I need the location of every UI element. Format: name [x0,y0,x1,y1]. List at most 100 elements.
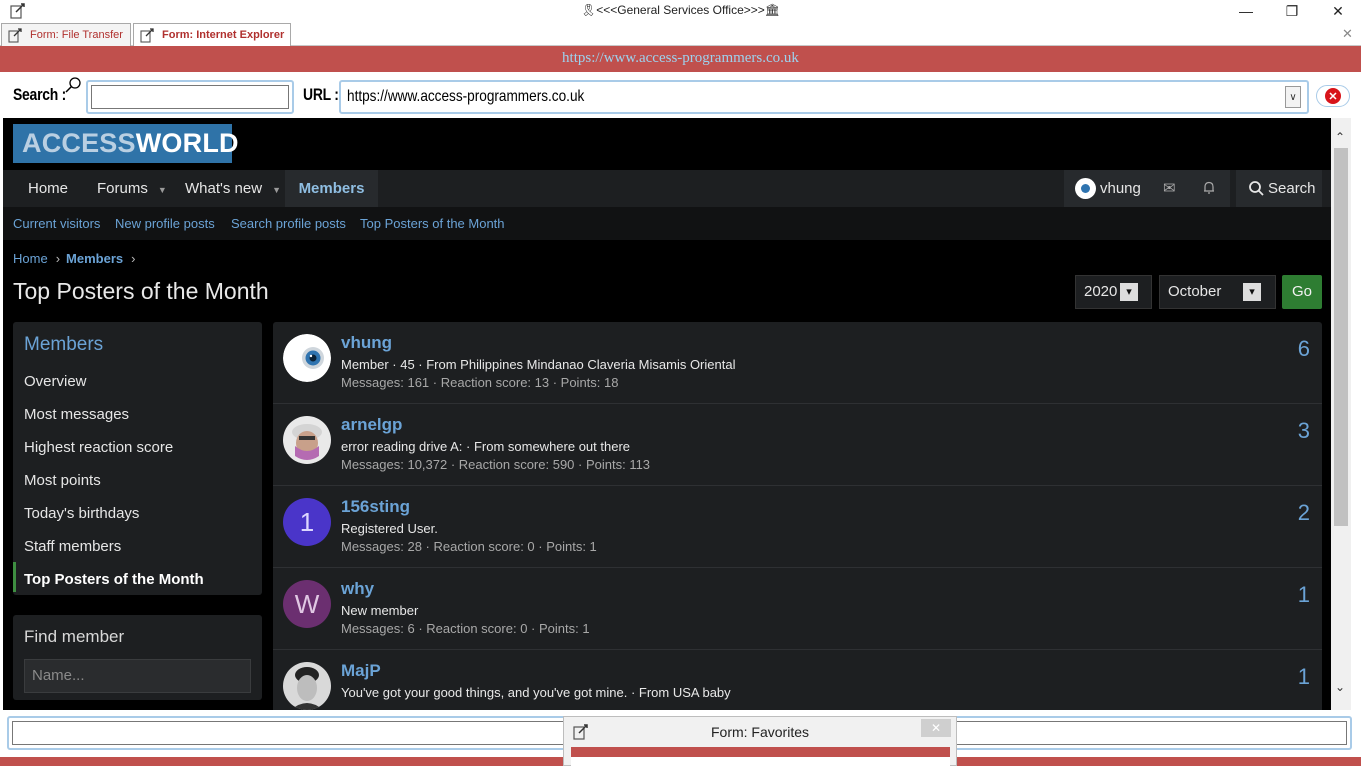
sidebar-item-staff[interactable]: Staff members [24,538,121,555]
post-count: 6 [1297,336,1310,361]
avatar[interactable]: W [283,580,331,628]
tab-file-transfer[interactable]: Form: File Transfer [1,23,131,46]
form-icon [8,28,22,43]
sidebar-item-top-posters[interactable]: Top Posters of the Month [24,571,204,588]
subnav-top-posters[interactable]: Top Posters of the Month [360,207,505,240]
maximize-button[interactable]: ❐ [1269,0,1315,22]
member-stats: Messages: 10,372 · Reaction score: 590 ·… [341,457,651,472]
sidebar-item-most-messages[interactable]: Most messages [24,406,129,423]
avatar-letter: 1 [299,507,315,537]
subnav-new-profile-posts[interactable]: New profile posts [115,207,215,240]
mail-icon[interactable]: ✉ [1163,170,1176,207]
member-info: New member [341,603,419,618]
chevron-down-icon[interactable]: ▼ [272,185,281,195]
find-member-title: Find member [24,627,125,646]
list-item: W why New member Messages: 6 · Reaction … [273,568,1322,650]
list-item: MajP You've got your good things, and yo… [273,650,1322,710]
search-input[interactable] [91,85,289,109]
members-sidebar: Members Overview Most messages Highest r… [13,322,262,595]
sidebar-title[interactable]: Members [24,334,103,356]
photo-avatar-icon [283,416,331,464]
stop-icon: ✕ [1325,88,1341,104]
bell-icon[interactable] [1203,181,1215,194]
member-info: error reading drive A: · From somewhere … [341,439,631,454]
breadcrumb: Home › Members › [13,251,141,266]
chevron-down-icon[interactable]: ▼ [158,185,167,195]
site-navbar: Home Forums ▼ What's new ▼ Members vhung ✉… [3,170,1331,207]
scroll-down-icon[interactable]: ⌄ [1335,680,1345,694]
avatar[interactable] [283,416,331,464]
close-tab-icon[interactable]: ✕ [1342,26,1353,42]
member-stats: Messages: 161 · Reaction score: 13 · Poi… [341,375,619,390]
go-button[interactable]: Go [1282,275,1322,309]
scrollbar-thumb[interactable] [1334,148,1348,526]
month-select[interactable]: October ▾ [1159,275,1276,309]
nav-forums[interactable]: Forums ▼ [97,170,167,207]
tab-label: Form: Internet Explorer [162,29,285,41]
favorites-red-bar [571,747,950,757]
post-count: 2 [1297,500,1310,525]
month-value: October [1168,283,1222,300]
find-member-input[interactable]: Name... [24,659,251,693]
year-value: 2020 [1084,283,1118,300]
form-icon [140,28,154,43]
search-icon [1249,181,1264,196]
account-menu[interactable]: vhung ✉ [1064,170,1230,207]
nav-whats-new[interactable]: What's new ▼ [185,170,281,207]
url-combobox[interactable]: https://www.access-programmers.co.uk ∨ [339,80,1309,114]
member-name[interactable]: why [341,579,374,599]
stop-button[interactable]: ✕ [1316,85,1350,107]
scroll-up-icon[interactable]: ⌃ [1335,130,1345,144]
url-label: URL : [303,85,339,104]
subnav-search-profile-posts[interactable]: Search profile posts [231,207,346,240]
avatar[interactable] [283,662,331,710]
close-window-button[interactable]: ✕ [1315,0,1361,22]
member-name[interactable]: 156sting [341,497,410,517]
web-browser-control[interactable]: ACCESSWORLD Home Forums ▼ What's new ▼ Mem… [3,118,1331,710]
url-banner: https://www.access-programmers.co.uk [0,46,1361,72]
sub-navbar: Current visitors New profile posts Searc… [3,207,1331,240]
url-dropdown-button[interactable]: ∨ [1285,86,1301,108]
subnav-current-visitors[interactable]: Current visitors [13,207,100,240]
member-name[interactable]: arnelgp [341,415,402,435]
sidebar-item-highest-reaction[interactable]: Highest reaction score [24,439,173,456]
minimize-button[interactable]: — [1223,0,1269,22]
banner-url[interactable]: https://www.access-programmers.co.uk [562,50,799,66]
logo-world: WORLD [135,128,239,158]
top-posters-list: vhung Member · 45 · From Philippines Min… [273,322,1322,710]
member-name[interactable]: MajP [341,661,381,681]
favorites-title: Form: Favorites [710,724,809,740]
search-field [86,80,294,114]
username: vhung [1100,180,1141,197]
window-title: 🎗<<<General Services Office>>>🏛 [580,3,780,17]
breadcrumb-home[interactable]: Home [13,251,48,266]
sidebar-item-overview[interactable]: Overview [24,373,87,390]
year-select[interactable]: 2020 ▾ [1075,275,1152,309]
nav-home[interactable]: Home [28,170,68,207]
sidebar-item-birthdays[interactable]: Today's birthdays [24,505,139,522]
breadcrumb-members[interactable]: Members [66,251,123,266]
list-item: arnelgp error reading drive A: · From so… [273,404,1322,486]
avatar[interactable] [283,334,331,382]
browser-scrollbar[interactable]: ⌃ ⌄ [1331,118,1351,710]
document-tabs: Form: File Transfer Form: Internet Explo… [0,22,1361,46]
search-label: Search : [13,85,67,104]
sidebar-item-most-points[interactable]: Most points [24,472,101,489]
post-count: 1 [1297,664,1310,689]
chevron-down-icon: ▾ [1243,283,1261,301]
member-name[interactable]: vhung [341,333,392,353]
post-count: 1 [1297,582,1310,607]
list-item: 1 156sting Registered User. Messages: 28… [273,486,1322,568]
member-stats: Messages: 6 · Reaction score: 0 · Points… [341,621,590,636]
list-item: vhung Member · 45 · From Philippines Min… [273,322,1322,404]
tab-internet-explorer[interactable]: Form: Internet Explorer [133,23,291,46]
logo-access: ACCESS [22,128,136,158]
user-avatar [1075,178,1096,199]
find-member-box: Find member Name... [13,615,262,700]
favorites-close-button[interactable]: ✕ [921,719,951,737]
nav-search-button[interactable]: Search [1236,170,1322,207]
avatar[interactable]: 1 [283,498,331,546]
site-logo[interactable]: ACCESSWORLD [13,124,239,163]
favorites-form[interactable]: Form: Favorites ✕ [563,716,957,767]
nav-members[interactable]: Members [285,170,378,207]
